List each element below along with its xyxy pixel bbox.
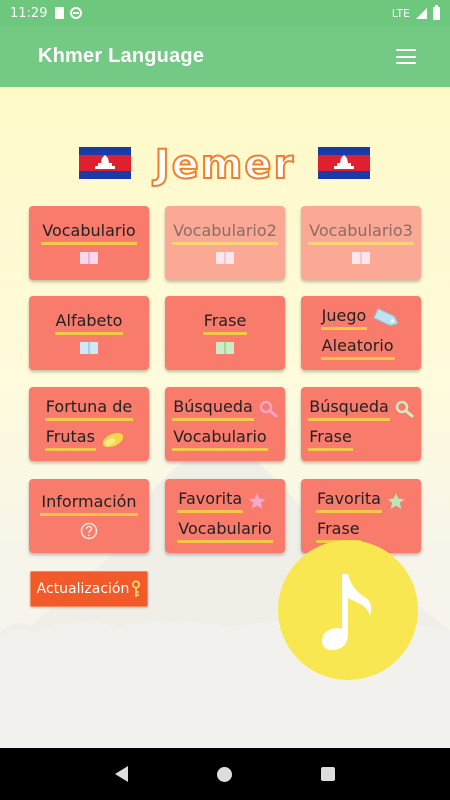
vocabulario-search-label: Vocabulario [172, 427, 268, 451]
busqueda-vocabulario-button[interactable]: Búsqueda Vocabulario [165, 387, 285, 461]
favorita-vocabulario-button[interactable]: Favorita Vocabulario [165, 479, 285, 553]
key-icon [132, 580, 141, 597]
fortuna-label: Fortuna de [44, 397, 134, 421]
frase-search-label: Frase [308, 427, 353, 451]
back-icon[interactable] [114, 766, 128, 782]
update-button[interactable]: Actualización [30, 571, 148, 607]
vocabulario3-label: Vocabulario3 [308, 221, 414, 245]
hamburger-menu-icon[interactable] [396, 49, 416, 64]
magnifier-icon [259, 400, 278, 418]
aleatorio-label: Aleatorio [320, 336, 395, 360]
app-bar: Khmer Language [0, 26, 450, 87]
book-icon [216, 252, 234, 264]
system-nav-bar [0, 748, 450, 800]
vocabulario3-button[interactable]: Vocabulario3 [301, 206, 421, 280]
juego-aleatorio-button[interactable]: Juego Aleatorio [301, 296, 421, 370]
sim-card-icon [55, 7, 65, 19]
vocabulario-favorite-label: Vocabulario [177, 519, 273, 543]
app-title: Khmer Language [38, 45, 205, 67]
busqueda-vocab-label: Búsqueda [172, 397, 254, 421]
favorita-vocab-label: Favorita [177, 489, 244, 513]
frase-button[interactable]: Frase [165, 296, 285, 370]
vocabulario-label: Vocabulario [41, 221, 137, 245]
frase-label: Frase [202, 311, 248, 335]
book-icon [80, 252, 98, 264]
frutas-label: Frutas [44, 427, 96, 451]
do-not-disturb-icon [70, 7, 83, 19]
favorita-frase-label: Favorita [316, 489, 382, 513]
alfabeto-button[interactable]: Alfabeto [29, 296, 149, 370]
busqueda-frase-label: Búsqueda [308, 397, 390, 421]
magnifier-icon [395, 400, 414, 418]
star-icon [387, 493, 405, 509]
book-icon [216, 342, 234, 354]
status-time: 11:29 [10, 5, 48, 21]
recent-apps-icon[interactable] [321, 767, 336, 781]
battery-icon [433, 4, 440, 20]
update-label: Actualización [36, 581, 130, 597]
fortuna-de-frutas-button[interactable]: Fortuna de Frutas [29, 387, 149, 461]
signal-icon [416, 7, 427, 19]
main-content: Jemer Vocabulario Vocabulario2 Vocabular… [0, 87, 450, 748]
informacion-button[interactable]: Información [29, 479, 149, 553]
busqueda-frase-button[interactable]: Búsqueda Frase [301, 387, 421, 461]
alfabeto-label: Alfabeto [54, 311, 124, 335]
music-button[interactable] [278, 540, 418, 680]
page-title: Jemer [154, 141, 296, 189]
juego-label: Juego [320, 306, 368, 330]
music-note-icon [322, 574, 372, 651]
informacion-label: Información [40, 492, 138, 516]
home-icon[interactable] [216, 766, 232, 782]
star-icon [248, 493, 266, 509]
vocabulario2-button[interactable]: Vocabulario2 [165, 206, 285, 280]
cambodia-flag-left [79, 147, 131, 179]
vocabulario2-label: Vocabulario2 [172, 221, 278, 245]
vocabulario-button[interactable]: Vocabulario [29, 206, 149, 280]
status-bar: 11:29 LTE [0, 0, 450, 26]
fruit-icon [102, 432, 124, 448]
tag-icon [373, 308, 399, 327]
book-icon [352, 252, 370, 264]
book-icon [80, 342, 98, 354]
question-icon [80, 522, 98, 540]
cambodia-flag-right [318, 147, 370, 179]
network-type: LTE [391, 6, 410, 20]
